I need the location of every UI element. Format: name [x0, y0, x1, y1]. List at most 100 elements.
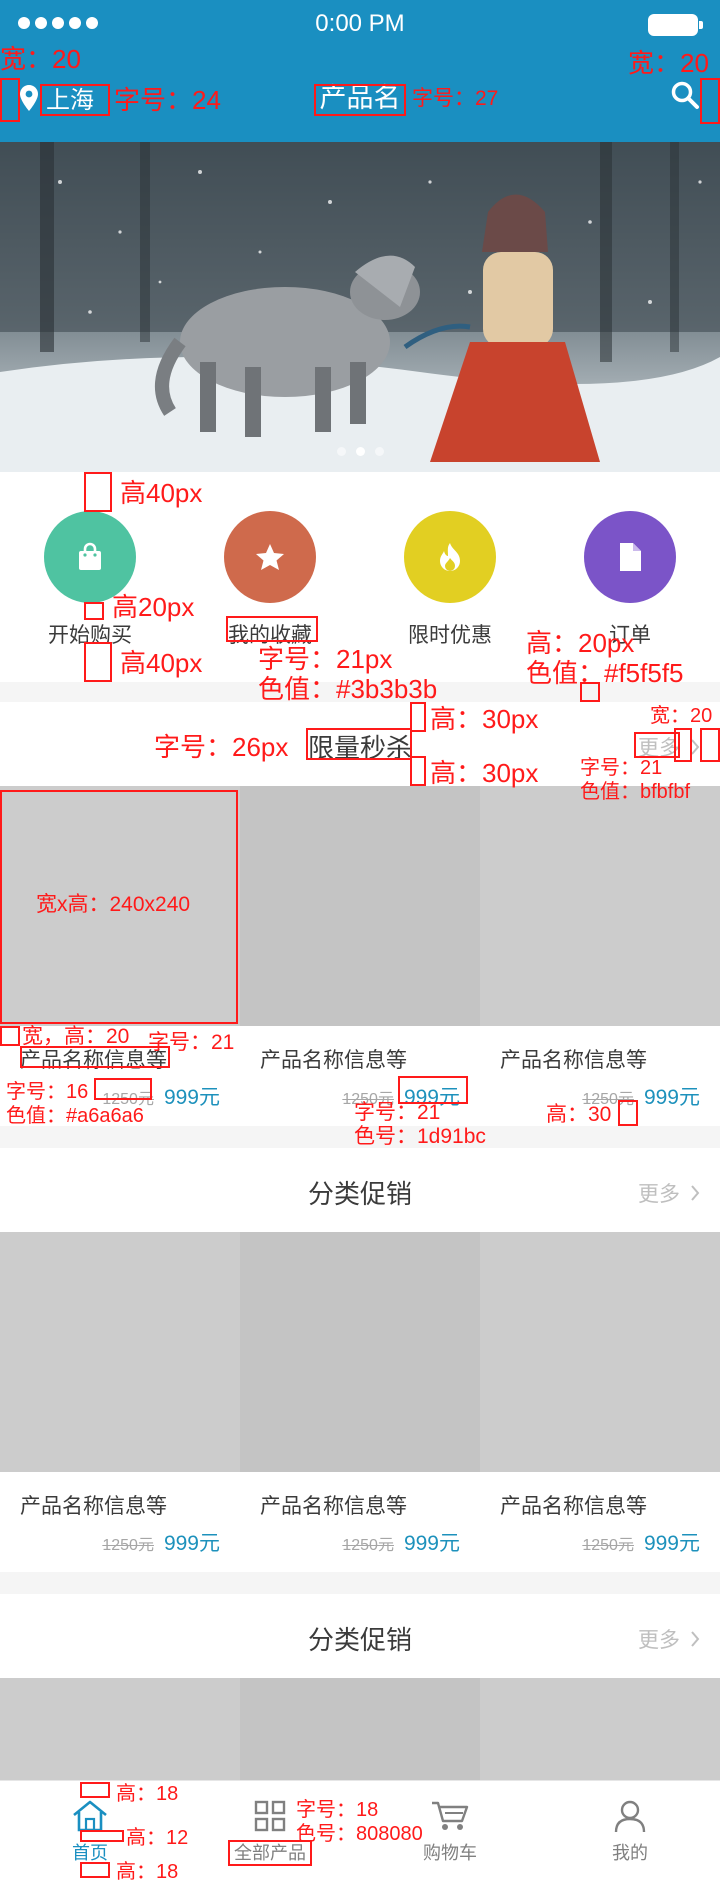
section-title: 分类促销 — [307, 1625, 412, 1655]
original-price: 1250元 — [342, 1537, 394, 1554]
status-bar: 0:00 PM — [0, 0, 720, 48]
price-row: 1250元 999元 — [102, 1527, 220, 1557]
product-image — [240, 786, 480, 1026]
chevron-right-icon — [691, 1631, 700, 1647]
annotation: 色值：#a6a6a6 — [6, 1105, 144, 1127]
annotation: 宽：20 — [628, 48, 709, 78]
chevron-right-icon — [691, 1185, 700, 1201]
product-card[interactable]: 产品名称信息等 1250元 999元 — [240, 1232, 480, 1572]
carousel-dot[interactable] — [374, 447, 384, 456]
battery-icon — [648, 14, 703, 36]
product-card[interactable]: 产品名称信息等 1250元 999元 — [240, 786, 480, 1126]
price-row: 1250元 999元 — [342, 1527, 460, 1557]
annotation-box — [410, 702, 426, 732]
annotation-box — [226, 616, 318, 642]
annotation: 色号：808080 — [296, 1823, 423, 1845]
section-title: 分类促销 — [307, 1179, 412, 1209]
category-promo-products: 产品名称信息等 1250元 999元 产品名称信息等 1250元 999元 产品… — [0, 1232, 720, 1572]
annotation: 字号：18 — [296, 1799, 379, 1821]
annotation-box — [84, 642, 112, 682]
annotation-box — [40, 84, 110, 116]
product-image — [480, 1232, 720, 1472]
annotation-box — [84, 472, 112, 512]
banner-image — [0, 142, 720, 472]
sale-price: 999元 — [403, 1532, 460, 1555]
annotation-box — [94, 1078, 152, 1100]
product-card[interactable] — [0, 1678, 240, 1880]
tab-profile[interactable]: 我的 — [540, 1781, 720, 1880]
annotation-box — [674, 728, 692, 762]
sale-price: 999元 — [163, 1086, 220, 1109]
star-icon — [224, 511, 316, 603]
document-icon — [584, 511, 676, 603]
product-image — [240, 1232, 480, 1472]
annotation: 宽x高：240x240 — [36, 893, 191, 916]
hero-banner[interactable] — [0, 142, 720, 472]
annotation: 高：30 — [546, 1103, 612, 1126]
annotation: 色值：bfbfbf — [580, 781, 691, 803]
annotation-box — [80, 1782, 110, 1798]
annotation-box — [80, 1862, 110, 1878]
shopping-bag-icon — [44, 511, 136, 603]
annotation-box — [228, 1840, 312, 1866]
search-icon[interactable] — [670, 80, 700, 110]
more-link[interactable]: 更多 — [638, 1624, 700, 1654]
annotation: 高40px — [120, 478, 203, 508]
annotation-box — [700, 78, 720, 124]
tab-label: 我的 — [612, 1843, 648, 1863]
more-label: 更多 — [638, 1183, 680, 1206]
annotation: 字号：16 — [6, 1081, 89, 1103]
more-link[interactable]: 更多 — [638, 1178, 700, 1208]
annotation-box — [0, 1026, 20, 1046]
annotation: 字号：21px — [258, 644, 393, 674]
product-card[interactable]: 产品名称信息等 1250元 999元 — [0, 1232, 240, 1572]
annotation: 字号：24 — [114, 85, 221, 115]
more-label: 更多 — [638, 1629, 680, 1652]
annotation: 高40px — [120, 648, 203, 678]
annotation-box — [84, 602, 104, 620]
product-image — [480, 786, 720, 1026]
annotation: 色号：1d91bc — [354, 1125, 486, 1148]
product-card[interactable] — [480, 1678, 720, 1880]
annotation: 宽：20 — [0, 44, 81, 74]
annotation-box — [0, 78, 20, 122]
annotation: 高：18 — [116, 1783, 179, 1805]
annotation-box — [580, 682, 600, 702]
product-image — [0, 1232, 240, 1472]
grid-icon — [254, 1800, 286, 1832]
product-card[interactable]: 产品名称信息等 1250元 999元 — [480, 786, 720, 1126]
annotation: 字号：21 — [580, 757, 663, 779]
user-icon — [614, 1800, 646, 1833]
annotation: 高：20px — [526, 628, 635, 658]
category-promo-header-2: 分类促销 更多 — [0, 1594, 720, 1678]
category-promo-header: 分类促销 更多 — [0, 1148, 720, 1232]
quick-nav-label: 限时优惠 — [408, 624, 492, 647]
original-price: 1250元 — [582, 1537, 634, 1554]
carousel-dot[interactable] — [336, 447, 346, 456]
home-icon — [73, 1800, 107, 1832]
annotation: 字号：26px — [154, 732, 289, 762]
product-name: 产品名称信息等 — [500, 1495, 647, 1518]
annotation-box — [398, 1076, 468, 1104]
annotation-box — [306, 728, 412, 760]
annotation-box — [20, 1046, 170, 1068]
product-name: 产品名称信息等 — [500, 1049, 647, 1072]
product-card[interactable]: 产品名称信息等 1250元 999元 — [480, 1232, 720, 1572]
carousel-dot-active[interactable] — [355, 447, 365, 456]
annotation-box — [80, 1830, 124, 1842]
sale-price: 999元 — [643, 1532, 700, 1555]
price-row: 1250元 999元 — [582, 1527, 700, 1557]
annotation: 色值：#3b3b3b — [258, 674, 438, 704]
original-price: 1250元 — [102, 1537, 154, 1554]
product-name: 产品名称信息等 — [260, 1495, 407, 1518]
annotation: 高：12 — [126, 1827, 189, 1849]
product-card[interactable] — [240, 1678, 480, 1880]
annotation-box — [410, 756, 426, 786]
annotation-box — [314, 84, 406, 116]
tab-label: 购物车 — [423, 1843, 477, 1863]
carousel-indicator[interactable] — [0, 447, 720, 456]
annotation: 高：30px — [430, 758, 539, 788]
status-time: 0:00 PM — [315, 10, 405, 37]
annotation: 宽，高：20 — [22, 1025, 130, 1048]
product-name: 产品名称信息等 — [20, 1495, 167, 1518]
